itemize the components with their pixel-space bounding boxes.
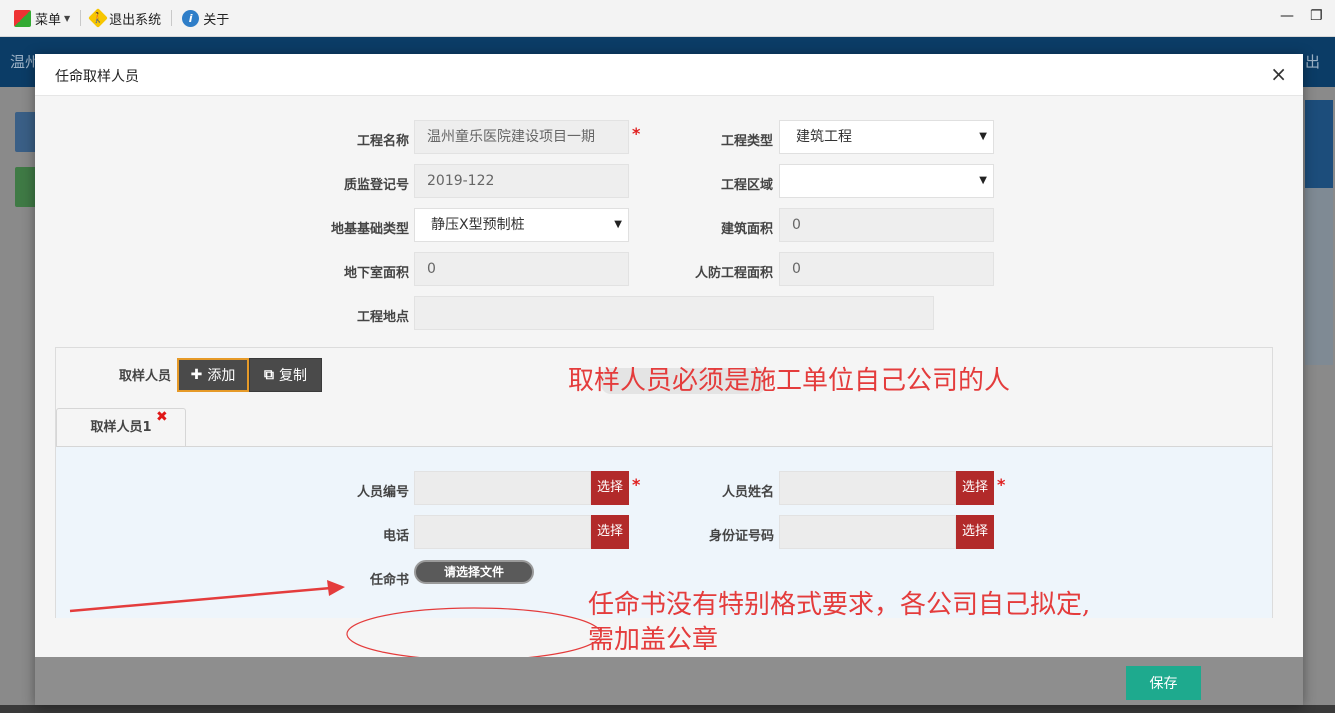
annotation-arrow-head	[327, 580, 345, 596]
about-button[interactable]: i 关于	[176, 7, 235, 29]
background-footer	[0, 705, 1335, 713]
dialog-body: 工程名称 温州童乐医院建设项目一期 * 工程类型 建筑工程 ▼ 质监登记号 20…	[35, 96, 1303, 657]
chevron-down-icon: ▼	[64, 13, 71, 23]
info-icon: i	[182, 9, 200, 27]
annotation-arrow-line	[69, 586, 332, 613]
menu-button[interactable]: 菜单 ▼	[8, 7, 76, 29]
app-menubar: 菜单 ▼ 🚶 退出系统 i 关于 — ❐	[0, 0, 1335, 37]
minimize-icon[interactable]: —	[1280, 8, 1294, 24]
annotation-ellipse	[346, 607, 602, 657]
dialog-title: 任命取样人员	[55, 69, 139, 85]
background-tile-icon	[15, 167, 37, 207]
annotation-drawing	[69, 580, 602, 657]
exit-label: 退出系统	[109, 12, 162, 28]
dialog-footer: 保存	[35, 657, 1303, 705]
background-tile-icon	[15, 112, 37, 152]
restore-icon[interactable]: ❐	[1310, 8, 1323, 24]
background-side-header	[1305, 100, 1333, 188]
menu-label: 菜单	[35, 12, 62, 28]
exit-system-button[interactable]: 🚶 退出系统	[85, 7, 167, 29]
about-label: 关于	[203, 12, 230, 28]
appoint-sampler-dialog: 任命取样人员 × 工程名称 温州童乐医院建设项目一期 * 工程类型 建筑工程 ▼…	[35, 54, 1303, 705]
dialog-header: 任命取样人员 ×	[35, 54, 1303, 96]
save-button[interactable]: 保存	[1126, 666, 1201, 700]
exit-walker-icon: 🚶	[88, 8, 109, 28]
windows-flag-icon	[14, 9, 31, 27]
menu-divider	[171, 10, 173, 26]
menu-divider	[80, 10, 82, 26]
close-icon[interactable]: ×	[1270, 64, 1287, 84]
background-header-text-right: 出	[1305, 53, 1321, 71]
